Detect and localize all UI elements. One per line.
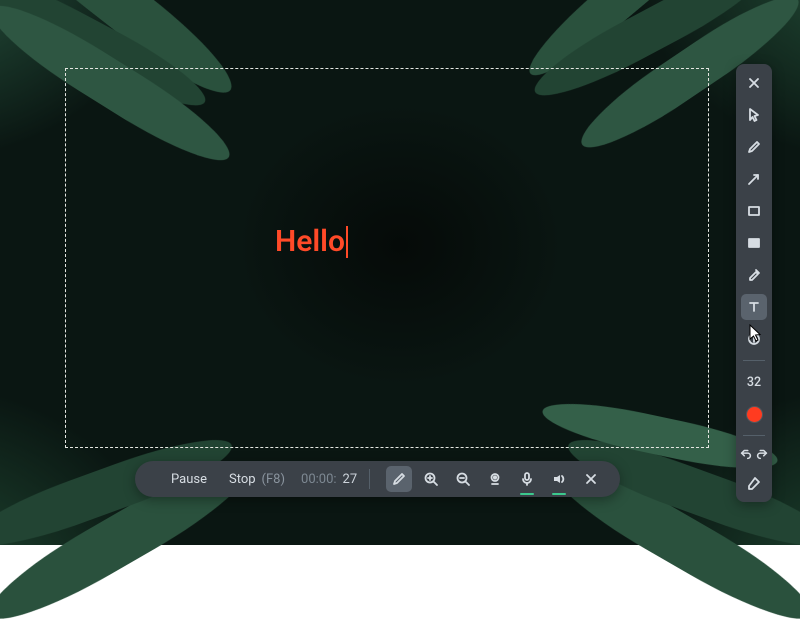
text-tool[interactable] <box>741 294 767 320</box>
stop-label: Stop <box>229 472 256 487</box>
redo-icon <box>755 446 769 462</box>
rectangle-outline-tool[interactable] <box>741 198 767 224</box>
rectangle-filled-tool[interactable] <box>741 230 767 256</box>
stop-shortcut: (F8) <box>262 472 285 487</box>
eraser-tool[interactable] <box>741 470 767 496</box>
undo-icon <box>739 446 753 462</box>
zoom-in-icon <box>423 471 439 487</box>
stop-button[interactable]: Stop (F8) <box>215 461 293 497</box>
text-annotation-value: Hello <box>275 227 345 257</box>
annotation-toolbar: 32 <box>736 64 772 502</box>
cursor-tool[interactable] <box>741 102 767 128</box>
microphone-button[interactable] <box>514 466 540 492</box>
system-audio-button[interactable] <box>546 466 572 492</box>
close-icon <box>746 75 762 91</box>
cursor-icon <box>746 107 762 123</box>
numbered-circle-icon <box>746 331 762 347</box>
recording-selection[interactable] <box>65 68 709 448</box>
toolbar-divider <box>743 360 765 361</box>
text-caret <box>346 226 348 258</box>
redo-button[interactable] <box>755 444 769 464</box>
webcam-button[interactable] <box>482 466 508 492</box>
font-size-selector[interactable]: 32 <box>741 369 767 395</box>
pencil-icon <box>391 471 407 487</box>
highlighter-tool[interactable] <box>741 262 767 288</box>
highlighter-icon <box>746 267 762 283</box>
arrow-icon <box>746 171 762 187</box>
zoom-out-button[interactable] <box>450 466 476 492</box>
pen-icon <box>746 139 762 155</box>
webcam-icon <box>487 471 503 487</box>
text-icon <box>746 299 762 315</box>
pause-button[interactable]: Pause <box>157 461 215 497</box>
close-toolbar-button[interactable] <box>741 70 767 96</box>
eraser-icon <box>746 475 762 491</box>
recording-toolbar: Pause Stop (F8) 00:00:27 <box>135 461 620 497</box>
close-icon <box>583 471 599 487</box>
undo-button[interactable] <box>739 444 753 464</box>
text-annotation[interactable]: Hello <box>275 226 348 258</box>
rectangle-filled-icon <box>746 235 762 251</box>
numbered-step-tool[interactable] <box>741 326 767 352</box>
microphone-icon <box>519 471 535 487</box>
draw-tool-button[interactable] <box>386 466 412 492</box>
zoom-out-icon <box>455 471 471 487</box>
discard-button[interactable] <box>578 466 604 492</box>
recording-timer: 00:00:27 <box>293 461 378 497</box>
pause-label: Pause <box>171 472 207 487</box>
color-picker[interactable] <box>741 401 767 427</box>
arrow-tool[interactable] <box>741 166 767 192</box>
color-swatch <box>747 407 762 422</box>
drag-handle[interactable] <box>141 461 157 497</box>
zoom-in-button[interactable] <box>418 466 444 492</box>
speaker-icon <box>551 471 567 487</box>
rectangle-outline-icon <box>746 203 762 219</box>
pen-tool[interactable] <box>741 134 767 160</box>
toolbar-divider <box>743 435 765 436</box>
